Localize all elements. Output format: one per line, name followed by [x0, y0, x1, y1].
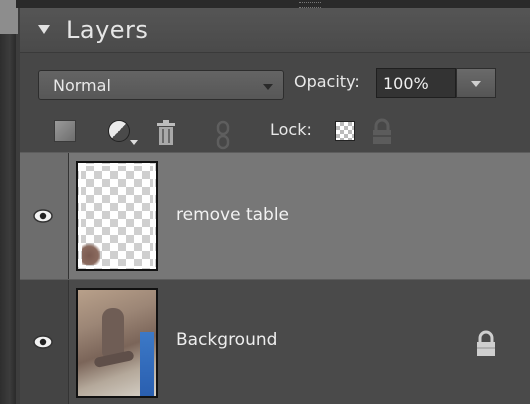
lock-icon: [477, 330, 495, 356]
opacity-dropdown-button[interactable]: [456, 68, 496, 98]
chevron-down-icon: [263, 84, 273, 90]
chevron-down-icon: [471, 81, 481, 87]
layer-name[interactable]: Background: [176, 330, 277, 350]
lock-all-icon[interactable]: [370, 118, 394, 146]
eye-icon: [33, 209, 53, 223]
photo-editor-window: Layers Normal Opacity: 100% Lock: remove…: [0, 0, 530, 404]
lock-transparency-icon[interactable]: [335, 121, 355, 141]
visibility-toggle[interactable]: [20, 153, 69, 279]
lock-label: Lock:: [270, 120, 312, 139]
adjustment-layer-icon[interactable]: [108, 120, 130, 142]
visibility-toggle[interactable]: [20, 280, 69, 404]
layer-row-background[interactable]: Background: [20, 280, 530, 404]
panel-top-bar: [16, 0, 530, 8]
layer-row-remove-table[interactable]: remove table: [20, 152, 530, 280]
thumbnail-blue-area: [140, 332, 154, 396]
opacity-label: Opacity:: [294, 72, 360, 91]
adjustment-menu-caret-icon[interactable]: [130, 140, 138, 145]
thumbnail-figure: [102, 308, 124, 358]
blend-mode-value: Normal: [53, 76, 111, 95]
collapse-triangle-icon[interactable]: [38, 25, 50, 34]
blend-mode-dropdown[interactable]: Normal: [38, 70, 284, 100]
thumbnail-smudge: [82, 241, 100, 265]
layer-thumbnail: [76, 161, 158, 271]
layer-thumbnail: [76, 288, 158, 398]
link-layers-icon[interactable]: [216, 120, 230, 150]
opacity-value: 100%: [383, 74, 429, 93]
panel-title: Layers: [66, 16, 149, 44]
layers-panel: Layers Normal Opacity: 100% Lock: remove…: [20, 8, 530, 404]
eye-icon: [33, 335, 53, 349]
trash-icon[interactable]: [154, 120, 178, 146]
left-dock-edge: [0, 0, 18, 404]
panel-header[interactable]: Layers: [20, 8, 530, 53]
opacity-input[interactable]: 100%: [376, 68, 456, 98]
layer-name[interactable]: remove table: [176, 205, 289, 225]
new-layer-icon[interactable]: [54, 120, 76, 142]
